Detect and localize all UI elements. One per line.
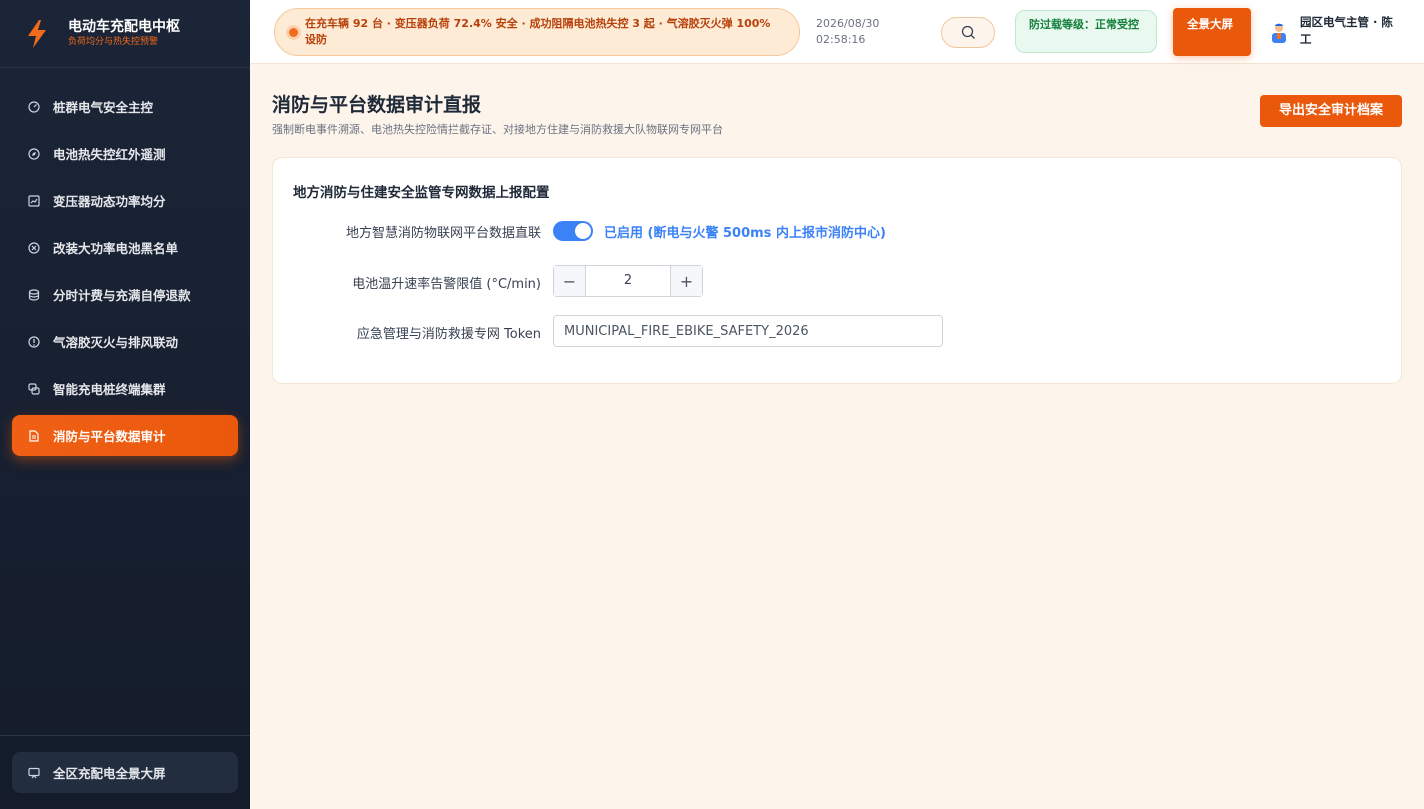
document-icon bbox=[28, 429, 40, 442]
page-title: 消防与平台数据审计直报 bbox=[272, 94, 482, 116]
sidebar-item-pile-safety[interactable]: 桩群电气安全主控 bbox=[12, 86, 238, 127]
ticker-text: 在充车辆 92 台 · 变压器负荷 72.4% 安全 · 成功阻隔电池热失控 3… bbox=[305, 17, 771, 46]
sidebar-item-label: 变压器动态功率均分 bbox=[53, 194, 166, 209]
sidebar-item-label: 消防与平台数据审计 bbox=[53, 429, 166, 444]
date-text: 2026/08/30 bbox=[816, 17, 880, 30]
search-button[interactable] bbox=[941, 17, 995, 48]
brand: 电动车充配电中枢 负荷均分与热失控预警 bbox=[0, 0, 250, 68]
user-name: 园区电气主管 · 陈工 bbox=[1300, 15, 1393, 46]
decrement-button[interactable]: − bbox=[554, 266, 586, 296]
gauge-icon bbox=[28, 100, 40, 113]
sidebar-item-label: 桩群电气安全主控 bbox=[53, 100, 154, 115]
avatar bbox=[1272, 23, 1286, 43]
overload-status-badge: 防过载等级：正常受控 bbox=[1015, 10, 1157, 53]
main-content: 消防与平台数据审计直报 强制断电事件溯源、电池热失控险情拦截存证、对接地方住建与… bbox=[250, 64, 1424, 809]
fullscreen-button[interactable]: 全景大屏 bbox=[1173, 8, 1251, 56]
temp-rate-stepper: − 2 + bbox=[553, 265, 703, 297]
sidebar-item-label: 电池热失控红外遥测 bbox=[53, 147, 166, 162]
sidebar-nav: 桩群电气安全主控 电池热失控红外遥测 变压器动态功率均分 改装大功率电池黑名单 … bbox=[0, 68, 250, 456]
sidebar-item-transformer[interactable]: 变压器动态功率均分 bbox=[12, 180, 238, 221]
sidebar-item-label: 智能充电桩终端集群 bbox=[53, 382, 166, 397]
temp-rate-value[interactable]: 2 bbox=[586, 266, 670, 296]
card-title: 地方消防与住建安全监管专网数据上报配置 bbox=[293, 185, 550, 201]
sidebar-item-panorama[interactable]: 全区充配电全景大屏 bbox=[12, 752, 238, 793]
sidebar-item-label: 气溶胶灭火与排风联动 bbox=[53, 335, 179, 350]
page-subtitle: 强制断电事件溯源、电池热失控险情拦截存证、对接地方住建与消防救援大队物联网专网平… bbox=[272, 123, 723, 136]
sidebar-item-cluster[interactable]: 智能充电桩终端集群 bbox=[12, 368, 238, 409]
config-card: 地方消防与住建安全监管专网数据上报配置 地方智慧消防物联网平台数据直联 已启用 … bbox=[272, 157, 1402, 384]
alert-icon bbox=[28, 335, 40, 348]
increment-button[interactable]: + bbox=[670, 266, 702, 296]
datetime: 2026/08/30 02:58:16 bbox=[816, 16, 879, 48]
lightning-icon bbox=[28, 19, 46, 48]
direct-link-status: 已启用 (断电与火警 500ms 内上报市消防中心) bbox=[604, 226, 886, 241]
temp-rate-label: 电池温升速率告警限值 (°C/min) bbox=[352, 277, 541, 292]
status-ticker: 在充车辆 92 台 · 变压器负荷 72.4% 安全 · 成功阻隔电池热失控 3… bbox=[274, 8, 800, 56]
monitor-icon bbox=[28, 767, 40, 779]
user-menu[interactable]: 园区电气主管 · 陈工 bbox=[1270, 14, 1400, 48]
app-title: 电动车充配电中枢 bbox=[68, 19, 180, 35]
sidebar-item-aerosol[interactable]: 气溶胶灭火与排风联动 bbox=[12, 321, 238, 362]
token-input[interactable] bbox=[553, 315, 943, 347]
toggle-knob bbox=[575, 223, 591, 239]
token-label: 应急管理与消防救援专网 Token bbox=[356, 327, 541, 342]
direct-link-toggle[interactable] bbox=[553, 221, 593, 241]
chart-icon bbox=[28, 194, 40, 207]
cluster-icon bbox=[28, 382, 40, 395]
sidebar-item-label: 分时计费与充满自停退款 bbox=[53, 288, 191, 303]
sidebar-footer: 全区充配电全景大屏 bbox=[0, 735, 250, 809]
time-text: 02:58:16 bbox=[816, 33, 866, 46]
database-icon bbox=[28, 288, 40, 301]
sidebar-item-thermal[interactable]: 电池热失控红外遥测 bbox=[12, 133, 238, 174]
search-icon bbox=[961, 25, 975, 39]
sidebar-item-billing[interactable]: 分时计费与充满自停退款 bbox=[12, 274, 238, 315]
block-icon bbox=[28, 241, 40, 254]
sidebar-item-audit[interactable]: 消防与平台数据审计 bbox=[12, 415, 238, 456]
top-header: 在充车辆 92 台 · 变压器负荷 72.4% 安全 · 成功阻隔电池热失控 3… bbox=[250, 0, 1424, 64]
app-subtitle: 负荷均分与热失控预警 bbox=[68, 37, 159, 47]
sidebar-item-label: 改装大功率电池黑名单 bbox=[53, 241, 179, 256]
sidebar-item-label: 全区充配电全景大屏 bbox=[53, 766, 166, 781]
sidebar-item-blacklist[interactable]: 改装大功率电池黑名单 bbox=[12, 227, 238, 268]
direct-link-label: 地方智慧消防物联网平台数据直联 bbox=[345, 226, 541, 241]
sidebar: 电动车充配电中枢 负荷均分与热失控预警 桩群电气安全主控 电池热失控红外遥测 变… bbox=[0, 0, 250, 809]
export-audit-button[interactable]: 导出安全审计档案 bbox=[1260, 95, 1402, 127]
live-dot-icon bbox=[289, 28, 298, 37]
compass-icon bbox=[28, 147, 40, 160]
